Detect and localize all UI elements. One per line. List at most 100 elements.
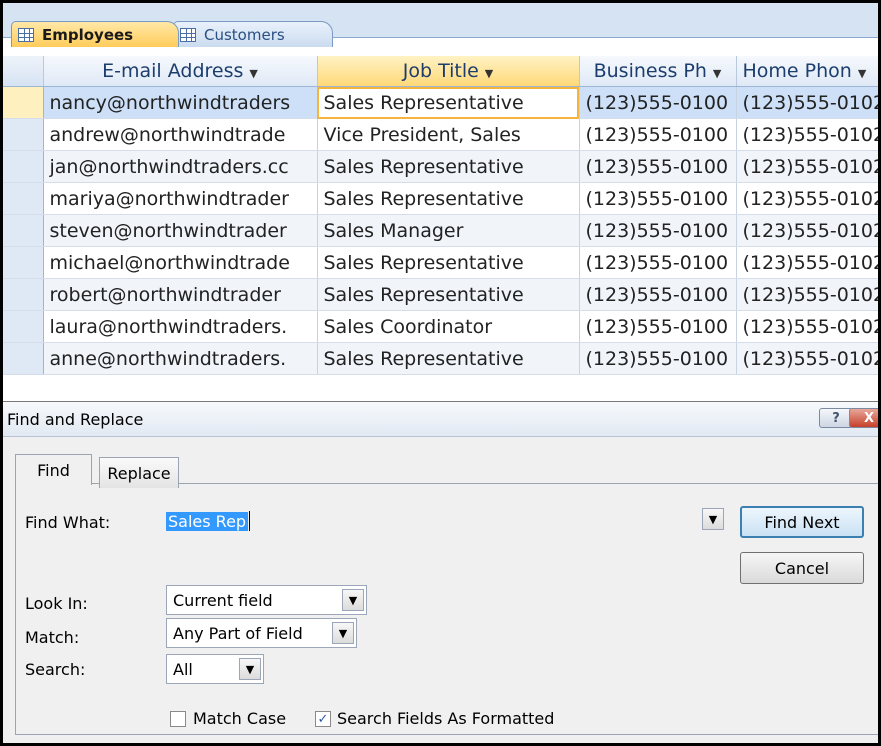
cancel-button[interactable]: Cancel — [740, 552, 864, 584]
cell-business-phone[interactable]: (123)555-0100 — [579, 150, 737, 183]
chevron-down-icon: ▼ — [239, 658, 261, 680]
row-selector[interactable] — [3, 246, 44, 279]
cell-email[interactable]: nancy@northwindtraders — [43, 86, 318, 119]
row-selector[interactable] — [3, 182, 44, 215]
cell-email[interactable]: robert@northwindtrader — [43, 278, 318, 311]
select-all-corner[interactable] — [3, 56, 44, 87]
tab-label: Customers — [204, 25, 285, 44]
cell-email[interactable]: anne@northwindtraders. — [43, 342, 318, 375]
cell-job-title[interactable]: Sales Coordinator — [317, 310, 580, 343]
row-selector[interactable] — [3, 214, 44, 247]
cell-home-phone[interactable]: (123)555-0102 — [736, 182, 878, 215]
cell-business-phone[interactable]: (123)555-0100 — [579, 214, 737, 247]
column-header-business-phone[interactable]: Business Ph ▼ — [579, 56, 737, 87]
table-row[interactable]: michael@northwindtrade Sales Representati… — [3, 246, 878, 279]
search-formatted-checkbox[interactable]: ✓ — [315, 711, 331, 727]
row-selector[interactable] — [3, 118, 44, 151]
row-selector[interactable] — [3, 278, 44, 311]
cell-home-phone[interactable]: (123)555-0102 — [736, 214, 878, 247]
datasheet-grid: E-mail Address ▼ Job Title ▼ Business Ph ▼ … — [3, 56, 878, 375]
search-formatted-label: Search Fields As Formatted — [337, 709, 555, 728]
match-select[interactable]: Any Part of Field ▼ — [166, 618, 357, 648]
cell-business-phone[interactable]: (123)555-0100 — [579, 342, 737, 375]
cell-business-phone[interactable]: (123)555-0100 — [579, 246, 737, 279]
chevron-down-icon: ▼ — [332, 622, 354, 644]
find-replace-dialog: Find and Replace ? X Find Replace Find W… — [3, 401, 878, 743]
find-what-label: Find What: — [25, 513, 111, 532]
cell-home-phone[interactable]: (123)555-0102 — [736, 118, 878, 151]
cell-email[interactable]: laura@northwindtraders. — [43, 310, 318, 343]
document-tab-bar: Employees Customers — [3, 3, 878, 47]
tab-find[interactable]: Find — [15, 454, 92, 485]
cell-job-title[interactable]: Sales Representative — [317, 278, 580, 311]
table-row[interactable]: laura@northwindtraders. Sales Coordinator… — [3, 310, 878, 343]
find-what-dropdown[interactable]: ▼ — [696, 508, 724, 538]
row-selector[interactable] — [3, 150, 44, 183]
find-next-button[interactable]: Find Next — [740, 506, 864, 538]
chevron-down-icon[interactable]: ▼ — [713, 67, 721, 80]
chevron-down-icon: ▼ — [342, 589, 364, 611]
table-row[interactable]: jan@northwindtraders.cc Sales Representat… — [3, 150, 878, 183]
help-button[interactable]: ? — [819, 408, 853, 428]
table-row[interactable]: anne@northwindtraders. Sales Representati… — [3, 342, 878, 375]
row-selector[interactable] — [3, 310, 44, 343]
cell-email[interactable]: michael@northwindtrade — [43, 246, 318, 279]
cell-home-phone[interactable]: (123)555-0102 — [736, 310, 878, 343]
table-icon — [180, 27, 196, 42]
chevron-down-icon[interactable]: ▼ — [485, 67, 493, 80]
cell-job-title[interactable]: Vice President, Sales — [317, 118, 580, 151]
cell-email[interactable]: andrew@northwindtrade — [43, 118, 318, 151]
cell-email[interactable]: mariya@northwindtrader — [43, 182, 318, 215]
cell-email[interactable]: steven@northwindtrader — [43, 214, 318, 247]
chevron-down-icon[interactable]: ▼ — [249, 67, 257, 80]
cell-home-phone[interactable]: (123)555-0102 — [736, 150, 878, 183]
tab-customers[interactable]: Customers — [173, 21, 333, 47]
cell-business-phone[interactable]: (123)555-0100 — [579, 182, 737, 215]
cell-home-phone[interactable]: (123)555-0102 — [736, 246, 878, 279]
cell-job-title[interactable]: Sales Manager — [317, 214, 580, 247]
cell-business-phone[interactable]: (123)555-0100 — [579, 118, 737, 151]
cell-job-title[interactable]: Sales Representative — [317, 246, 580, 279]
cell-business-phone[interactable]: (123)555-0100 — [579, 278, 737, 311]
cell-email[interactable]: jan@northwindtraders.cc — [43, 150, 318, 183]
table-icon — [18, 27, 34, 42]
table-row[interactable]: andrew@northwindtrade Vice President, Sal… — [3, 118, 878, 151]
column-header-job-title[interactable]: Job Title ▼ — [317, 56, 580, 87]
tab-replace[interactable]: Replace — [99, 457, 179, 488]
cell-job-title[interactable]: Sales Representative — [317, 342, 580, 375]
cell-home-phone[interactable]: (123)555-0102 — [736, 278, 878, 311]
table-row[interactable]: nancy@northwindtraders Sales Representati… — [3, 86, 878, 119]
cell-job-title[interactable]: Sales Representative — [317, 182, 580, 215]
column-header-email[interactable]: E-mail Address ▼ — [43, 56, 318, 87]
find-what-input[interactable]: Sales Rep — [166, 507, 686, 535]
match-case-label: Match Case — [193, 709, 287, 728]
look-in-label: Look In: — [25, 594, 88, 613]
close-button[interactable]: X — [849, 408, 878, 428]
table-row[interactable]: mariya@northwindtrader Sales Representati… — [3, 182, 878, 215]
search-label: Search: — [25, 660, 86, 679]
chevron-down-icon[interactable]: ▼ — [858, 67, 866, 80]
cell-home-phone[interactable]: (123)555-0102 — [736, 86, 878, 119]
cell-home-phone[interactable]: (123)555-0102 — [736, 342, 878, 375]
tab-label: Employees — [42, 25, 134, 44]
match-value: Any Part of Field — [173, 623, 303, 643]
table-row[interactable]: steven@northwindtrader Sales Manager (123)… — [3, 214, 878, 247]
dialog-title: Find and Replace — [3, 402, 878, 437]
search-value: All — [173, 659, 193, 679]
tab-employees[interactable]: Employees — [11, 21, 179, 47]
search-select[interactable]: All ▼ — [166, 654, 264, 684]
cell-business-phone[interactable]: (123)555-0100 — [579, 86, 737, 119]
cell-job-title[interactable]: Sales Representative — [317, 150, 580, 183]
access-window: Employees Customers E-mail Address ▼ Job … — [0, 0, 881, 746]
cell-job-title[interactable]: Sales Representative — [317, 86, 580, 119]
match-case-checkbox[interactable] — [170, 711, 186, 727]
table-row[interactable]: robert@northwindtrader Sales Representati… — [3, 278, 878, 311]
look-in-value: Current field — [173, 590, 273, 610]
look-in-select[interactable]: Current field ▼ — [166, 585, 367, 615]
chevron-down-icon: ▼ — [702, 508, 724, 530]
column-header-home-phone[interactable]: Home Phon ▼ — [736, 56, 878, 87]
cell-business-phone[interactable]: (123)555-0100 — [579, 310, 737, 343]
row-selector[interactable] — [3, 86, 44, 119]
match-label: Match: — [25, 628, 80, 647]
row-selector[interactable] — [3, 342, 44, 375]
